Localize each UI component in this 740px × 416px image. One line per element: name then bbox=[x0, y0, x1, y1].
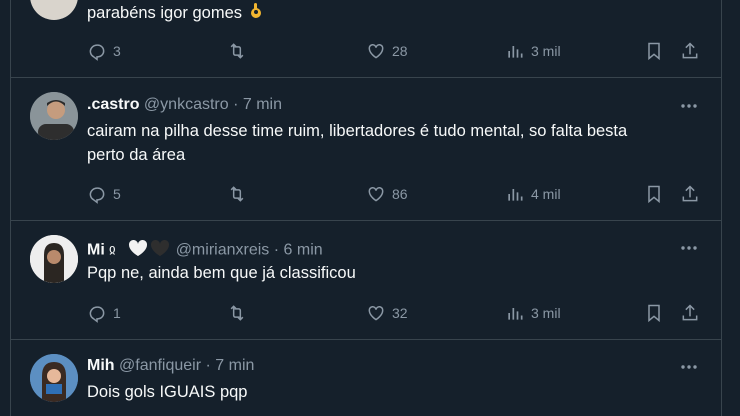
reply-icon bbox=[89, 44, 105, 61]
views-icon bbox=[508, 189, 523, 201]
tweet-text-line: cairam na pilha desse time ruim, liberta… bbox=[87, 122, 628, 140]
tweet[interactable]: .castro @ynkcastro · 7 min cairam na pil… bbox=[11, 78, 721, 221]
retweet-button[interactable] bbox=[227, 182, 247, 206]
tweet-text: cairam na pilha desse time ruim, liberta… bbox=[87, 119, 707, 167]
like-icon bbox=[368, 305, 384, 321]
user-handle[interactable]: @fanfiqueir bbox=[119, 357, 201, 374]
separator-dot: · bbox=[273, 241, 280, 259]
share-button[interactable] bbox=[680, 39, 700, 63]
like-icon bbox=[368, 43, 384, 59]
avatar[interactable] bbox=[30, 354, 78, 402]
like-button[interactable]: 28 bbox=[366, 39, 408, 63]
tweet-text-content: parabéns igor gomes bbox=[87, 4, 243, 22]
reply-count: 1 bbox=[113, 305, 121, 321]
avatar[interactable] bbox=[30, 235, 78, 283]
tweet-actions: 3 28 3 mil bbox=[87, 39, 707, 63]
tweet[interactable]: Mi ჲ @mirianxreis · 6 min Pqp ne, ainda … bbox=[11, 221, 721, 340]
views-button[interactable]: 3 mil bbox=[505, 301, 561, 325]
tweet-actions: 5 86 4 mil bbox=[87, 182, 707, 206]
reply-icon bbox=[89, 306, 105, 323]
views-count: 4 mil bbox=[531, 186, 561, 202]
views-icon bbox=[508, 46, 523, 58]
timestamp[interactable]: 6 min bbox=[284, 242, 323, 259]
views-icon bbox=[508, 308, 523, 320]
like-count: 32 bbox=[392, 305, 408, 321]
bookmark-icon bbox=[648, 42, 660, 61]
heart-emoji: ჲ bbox=[109, 238, 171, 263]
like-button[interactable]: 32 bbox=[366, 301, 408, 325]
timeline-feed: parabéns igor gomes 3 28 3 mil .castro @… bbox=[10, 0, 722, 416]
share-button[interactable] bbox=[680, 301, 700, 325]
views-button[interactable]: 4 mil bbox=[505, 182, 561, 206]
svg-text:ჲ: ჲ bbox=[109, 242, 116, 257]
avatar[interactable] bbox=[30, 0, 78, 20]
like-count: 86 bbox=[392, 186, 408, 202]
tweet-header: Mih @fanfiqueir · 7 min bbox=[87, 357, 254, 375]
reply-button[interactable]: 1 bbox=[87, 301, 121, 325]
more-options-button[interactable] bbox=[679, 96, 699, 116]
bookmark-icon bbox=[648, 304, 660, 323]
more-icon bbox=[681, 246, 697, 250]
views-count: 3 mil bbox=[531, 305, 561, 321]
reply-button[interactable]: 3 bbox=[87, 39, 121, 63]
user-handle[interactable]: @mirianxreis bbox=[176, 242, 270, 259]
tweet-text-content: Dois gols IGUAIS pqp bbox=[87, 383, 248, 401]
like-button[interactable]: 86 bbox=[366, 182, 408, 206]
tweet-text-content: Pqp ne, ainda bem que já classificou bbox=[87, 264, 356, 282]
avatar[interactable] bbox=[30, 92, 78, 140]
more-options-button[interactable] bbox=[679, 357, 699, 377]
tweet-header: Mi ჲ @mirianxreis · 6 min bbox=[87, 238, 323, 263]
like-icon bbox=[368, 186, 384, 202]
bookmark-icon bbox=[648, 185, 660, 204]
timestamp[interactable]: 7 min bbox=[215, 357, 254, 374]
reply-icon bbox=[89, 187, 105, 204]
bookmark-button[interactable] bbox=[644, 301, 664, 325]
share-icon bbox=[682, 42, 698, 59]
tweet-text-line: perto da área bbox=[87, 146, 186, 164]
retweet-icon bbox=[230, 305, 244, 321]
bookmark-button[interactable] bbox=[644, 39, 664, 63]
separator-dot: · bbox=[233, 96, 239, 113]
more-options-button[interactable] bbox=[679, 238, 699, 258]
views-count: 3 mil bbox=[531, 43, 561, 59]
tweet[interactable]: Mih @fanfiqueir · 7 min Dois gols IGUAIS… bbox=[11, 340, 721, 416]
views-button[interactable]: 3 mil bbox=[505, 39, 561, 63]
more-icon bbox=[681, 365, 697, 369]
share-icon bbox=[682, 185, 698, 202]
tweet[interactable]: parabéns igor gomes 3 28 3 mil bbox=[11, 0, 721, 78]
retweet-button[interactable] bbox=[227, 39, 247, 63]
separator-dot: · bbox=[205, 357, 211, 374]
tweet-text: parabéns igor gomes bbox=[87, 1, 707, 26]
like-count: 28 bbox=[392, 43, 408, 59]
bookmark-button[interactable] bbox=[644, 182, 664, 206]
more-icon bbox=[681, 104, 697, 108]
timestamp[interactable]: 7 min bbox=[243, 96, 282, 113]
reply-button[interactable]: 5 bbox=[87, 182, 121, 206]
retweet-icon bbox=[230, 186, 244, 202]
display-name[interactable]: Mih bbox=[87, 357, 115, 374]
user-handle[interactable]: @ynkcastro bbox=[144, 96, 229, 113]
tweet-header: .castro @ynkcastro · 7 min bbox=[87, 96, 282, 114]
ok-hand-emoji bbox=[247, 1, 265, 26]
tweet-text: Pqp ne, ainda bem que já classificou bbox=[87, 261, 707, 285]
retweet-button[interactable] bbox=[227, 301, 247, 325]
share-icon bbox=[682, 304, 698, 321]
retweet-icon bbox=[230, 43, 244, 59]
display-name[interactable]: Mi bbox=[87, 242, 105, 259]
reply-count: 3 bbox=[113, 43, 121, 59]
tweet-actions: 1 32 3 mil bbox=[87, 301, 707, 325]
tweet-text: Dois gols IGUAIS pqp bbox=[87, 380, 707, 404]
share-button[interactable] bbox=[680, 182, 700, 206]
display-name[interactable]: .castro bbox=[87, 96, 139, 113]
reply-count: 5 bbox=[113, 186, 121, 202]
